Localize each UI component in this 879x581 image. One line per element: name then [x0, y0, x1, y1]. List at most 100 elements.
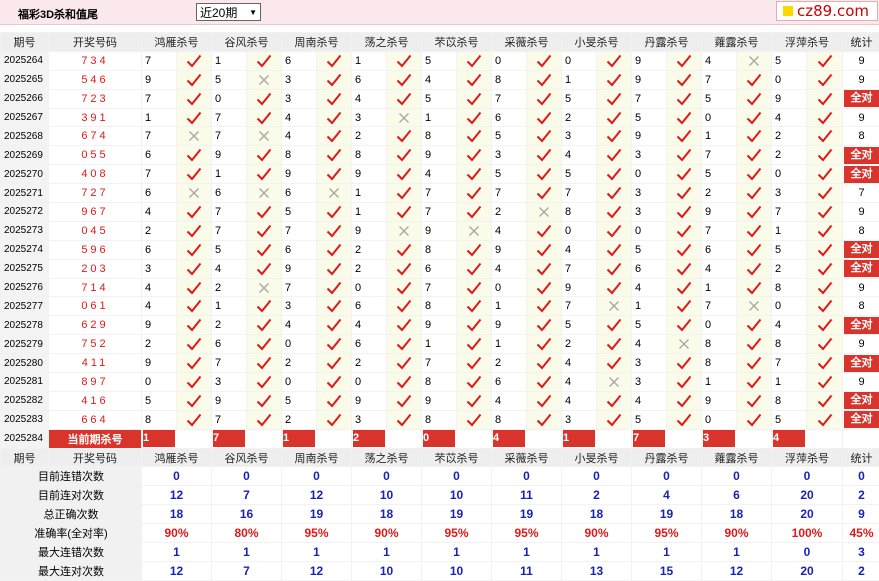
- kill-number: 7: [631, 88, 667, 109]
- draw-number: 752: [48, 334, 142, 355]
- total-cell: 9: [842, 277, 879, 298]
- draw-number: 714: [48, 277, 142, 298]
- check-icon: [246, 258, 282, 279]
- site-logo[interactable]: cz89.com: [776, 1, 878, 21]
- stats-value: 15: [631, 560, 702, 581]
- check-icon: [666, 353, 702, 374]
- draw-number: 674: [48, 126, 142, 147]
- check-icon: [526, 50, 562, 71]
- check-icon: [386, 69, 422, 90]
- period-select[interactable]: 近20期 ▼: [196, 3, 261, 21]
- kill-number: 5: [631, 107, 667, 128]
- kill-number: 0: [281, 334, 317, 355]
- check-icon: [386, 315, 422, 336]
- period-cell: 2025276: [0, 277, 49, 298]
- header-row: 期号 开奖号码 鸿雁杀号 谷风杀号 周南杀号 荡之杀号 芣苡杀号 采薇杀号 小旻杀号 丹露杀号 蕹露…: [0, 447, 879, 468]
- all-correct-badge: 全对: [844, 354, 879, 372]
- total-cell: 全对: [842, 315, 879, 336]
- check-icon: [526, 258, 562, 279]
- check-icon: [456, 239, 492, 260]
- check-icon: [666, 88, 702, 109]
- check-icon: [806, 390, 843, 411]
- kill-number: 4: [771, 107, 807, 128]
- check-icon: [176, 107, 212, 128]
- kill-number: 9: [771, 88, 807, 109]
- kill-number: 4: [631, 277, 667, 298]
- check-icon: [736, 88, 772, 109]
- kill-number: 9: [211, 145, 247, 166]
- stats-value: 0: [631, 466, 702, 487]
- check-icon: [736, 69, 772, 90]
- kill-number: 5: [771, 409, 807, 430]
- kill-number: 1: [211, 50, 247, 71]
- table-row: 2025276 714 4 2 7 0 7 0 9 4 1 8 9: [0, 277, 879, 298]
- check-icon: [176, 69, 212, 90]
- check-icon: [526, 183, 562, 204]
- kill-number: 7: [561, 258, 597, 279]
- period-cell: 2025266: [0, 88, 49, 109]
- kill-number: 3: [491, 145, 527, 166]
- kill-number: 5: [421, 50, 457, 71]
- total-cell: 全对: [842, 353, 879, 374]
- period-cell: 2025267: [0, 107, 49, 128]
- table-row: 2025283 664 8 7 2 3 8 8 3 5 0 5 全对: [0, 409, 879, 430]
- kill-number: 6: [701, 239, 737, 260]
- check-icon: [176, 239, 212, 260]
- kill-number: 8: [561, 202, 597, 222]
- check-icon: [456, 315, 492, 336]
- current-kill-number: 4: [773, 430, 805, 448]
- draw-number: 045: [48, 220, 142, 241]
- stats-value: 95%: [491, 523, 562, 544]
- check-icon: [596, 50, 632, 71]
- check-icon: [736, 409, 772, 430]
- check-icon: [386, 277, 422, 298]
- current-kill-label: 当前期杀号: [48, 428, 142, 449]
- total-cell: 全对: [842, 164, 879, 185]
- column-header: 荡之杀号: [351, 32, 422, 52]
- kill-number: 9: [421, 390, 457, 411]
- kill-number: 5: [281, 390, 317, 411]
- cross-icon: [316, 183, 352, 204]
- draw-number: 897: [48, 372, 142, 392]
- kill-number: 9: [141, 315, 177, 336]
- stats-value: 3: [842, 542, 879, 562]
- all-correct-badge: 全对: [844, 90, 879, 108]
- check-icon: [736, 372, 772, 392]
- check-icon: [456, 277, 492, 298]
- check-icon: [176, 296, 212, 317]
- kill-number: 2: [141, 334, 177, 355]
- check-icon: [246, 409, 282, 430]
- check-icon: [596, 334, 632, 355]
- draw-number: 203: [48, 258, 142, 279]
- check-icon: [666, 126, 702, 147]
- column-header: 期号: [0, 32, 49, 52]
- check-icon: [316, 315, 352, 336]
- check-icon: [176, 353, 212, 374]
- kill-number: 6: [281, 183, 317, 204]
- check-icon: [526, 353, 562, 374]
- table-row: 2025280 411 9 7 2 2 7 2 4 3 8 7 全对: [0, 353, 879, 374]
- kill-number: 1: [701, 372, 737, 392]
- kill-number: 3: [351, 107, 387, 128]
- check-icon: [386, 353, 422, 374]
- total-cell: 全对: [842, 239, 879, 260]
- kill-number: 9: [701, 390, 737, 411]
- kill-number: 7: [491, 88, 527, 109]
- column-header: 周南杀号: [281, 32, 352, 52]
- check-icon: [806, 107, 843, 128]
- kill-number: 1: [351, 183, 387, 204]
- check-icon: [176, 372, 212, 392]
- check-icon: [176, 277, 212, 298]
- stats-value: 2: [561, 485, 632, 506]
- kill-number: 1: [351, 50, 387, 71]
- draw-number: 546: [48, 69, 142, 90]
- table-row: 2025282 416 5 9 5 9 9 4 4 4 9 8 全对: [0, 390, 879, 411]
- check-icon: [316, 88, 352, 109]
- check-icon: [316, 202, 352, 222]
- stats-value: 20: [771, 560, 843, 581]
- current-kill-number: 1: [283, 430, 315, 448]
- kill-number: 8: [421, 296, 457, 317]
- kill-number: 3: [631, 145, 667, 166]
- kill-number: 0: [771, 69, 807, 90]
- check-icon: [316, 69, 352, 90]
